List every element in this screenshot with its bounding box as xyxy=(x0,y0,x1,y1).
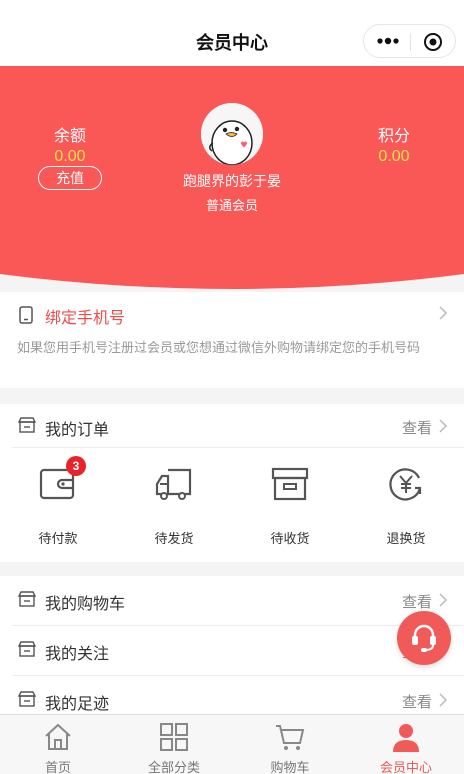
store-icon xyxy=(17,641,37,657)
chevron-right-icon xyxy=(439,419,448,433)
tab-label: 会员中心 xyxy=(379,760,432,774)
user-icon xyxy=(393,724,419,752)
navigation-bar: 会员中心 xyxy=(0,0,464,66)
store-icon xyxy=(17,591,37,607)
grid-icon xyxy=(160,723,188,751)
store-icon xyxy=(17,691,37,707)
tab-label: 全部分类 xyxy=(147,760,200,774)
member-links-list: 我的购物车 查看 我的关注 查看 我的足迹 查看 xyxy=(0,576,464,716)
bind-phone-card[interactable]: 绑定手机号 如果您用手机号注册过会员或您想通过微信外购物请绑定您的手机号码 xyxy=(0,292,464,388)
tab-cart[interactable]: 购物车 xyxy=(232,715,348,774)
phone-icon xyxy=(19,306,33,324)
order-status-returns[interactable]: 退换货 xyxy=(361,464,451,547)
pending-payment-badge: 3 xyxy=(66,456,86,476)
balance-stat[interactable]: 余额 0.00 xyxy=(38,122,102,166)
user-nickname: 跑腿界的彭于晏 xyxy=(183,173,281,189)
order-status-awaiting-receipt[interactable]: 待收货 xyxy=(245,464,335,547)
order-status-label: 待付款 xyxy=(38,531,78,546)
view-footprints-link[interactable]: 查看 xyxy=(402,691,432,712)
points-stat[interactable]: 积分 0.00 xyxy=(362,122,426,166)
view-all-orders-link[interactable]: 查看 xyxy=(402,417,432,438)
order-status-pending-payment[interactable]: 3 待付款 xyxy=(13,456,103,547)
more-dots-icon[interactable] xyxy=(376,33,400,49)
my-cart-row[interactable]: 我的购物车 查看 xyxy=(0,576,464,626)
my-orders-header[interactable]: 我的订单 查看 xyxy=(0,404,464,448)
order-status-label: 退换货 xyxy=(386,531,426,546)
member-level: 普通会员 xyxy=(205,198,258,213)
tab-member-center[interactable]: 会员中心 xyxy=(348,715,464,774)
points-value: 0.00 xyxy=(378,148,410,165)
tab-label: 首页 xyxy=(44,760,71,774)
view-cart-link[interactable]: 查看 xyxy=(402,591,432,612)
tab-categories[interactable]: 全部分类 xyxy=(116,715,232,774)
order-status-awaiting-shipment[interactable]: 待发货 xyxy=(129,464,219,547)
customer-service-button[interactable] xyxy=(397,611,451,665)
my-orders-title: 我的订单 xyxy=(45,422,110,439)
my-footprints-title: 我的足迹 xyxy=(45,696,110,713)
mini-program-capsule xyxy=(363,24,456,58)
store-icon xyxy=(17,417,37,433)
chevron-right-icon xyxy=(439,693,448,707)
cart-icon xyxy=(276,725,305,750)
order-status-label: 待收货 xyxy=(270,531,310,546)
my-follows-title: 我的关注 xyxy=(45,646,110,663)
target-icon[interactable] xyxy=(423,32,443,52)
bind-phone-description: 如果您用手机号注册过会员或您想通过微信外购物请绑定您的手机号码 xyxy=(17,340,421,355)
my-footprints-row[interactable]: 我的足迹 查看 xyxy=(0,676,464,716)
chevron-right-icon xyxy=(439,306,448,320)
penguin-avatar-icon xyxy=(201,103,263,165)
bind-phone-title: 绑定手机号 xyxy=(45,310,126,327)
tab-home[interactable]: 首页 xyxy=(0,715,116,774)
tab-label: 购物车 xyxy=(270,760,310,774)
chevron-right-icon xyxy=(439,593,448,607)
box-icon xyxy=(271,467,309,501)
refund-icon xyxy=(389,468,422,501)
order-status-label: 待发货 xyxy=(154,531,194,546)
my-cart-title: 我的购物车 xyxy=(45,596,126,613)
home-icon xyxy=(45,723,71,750)
truck-icon xyxy=(155,468,192,500)
headset-icon xyxy=(412,624,436,652)
points-label: 积分 xyxy=(377,128,410,145)
balance-label: 余额 xyxy=(53,128,86,145)
balance-value: 0.00 xyxy=(54,148,86,165)
capsule-divider xyxy=(410,33,411,51)
member-header: 余额 0.00 充值 积分 0.00 跑腿界的彭于晏 普通会员 xyxy=(0,66,464,292)
bottom-tab-bar: 首页 全部分类 购物车 会员中心 xyxy=(0,714,464,774)
divider xyxy=(12,447,464,448)
avatar[interactable] xyxy=(201,103,263,165)
my-follows-row[interactable]: 我的关注 查看 xyxy=(0,626,464,676)
